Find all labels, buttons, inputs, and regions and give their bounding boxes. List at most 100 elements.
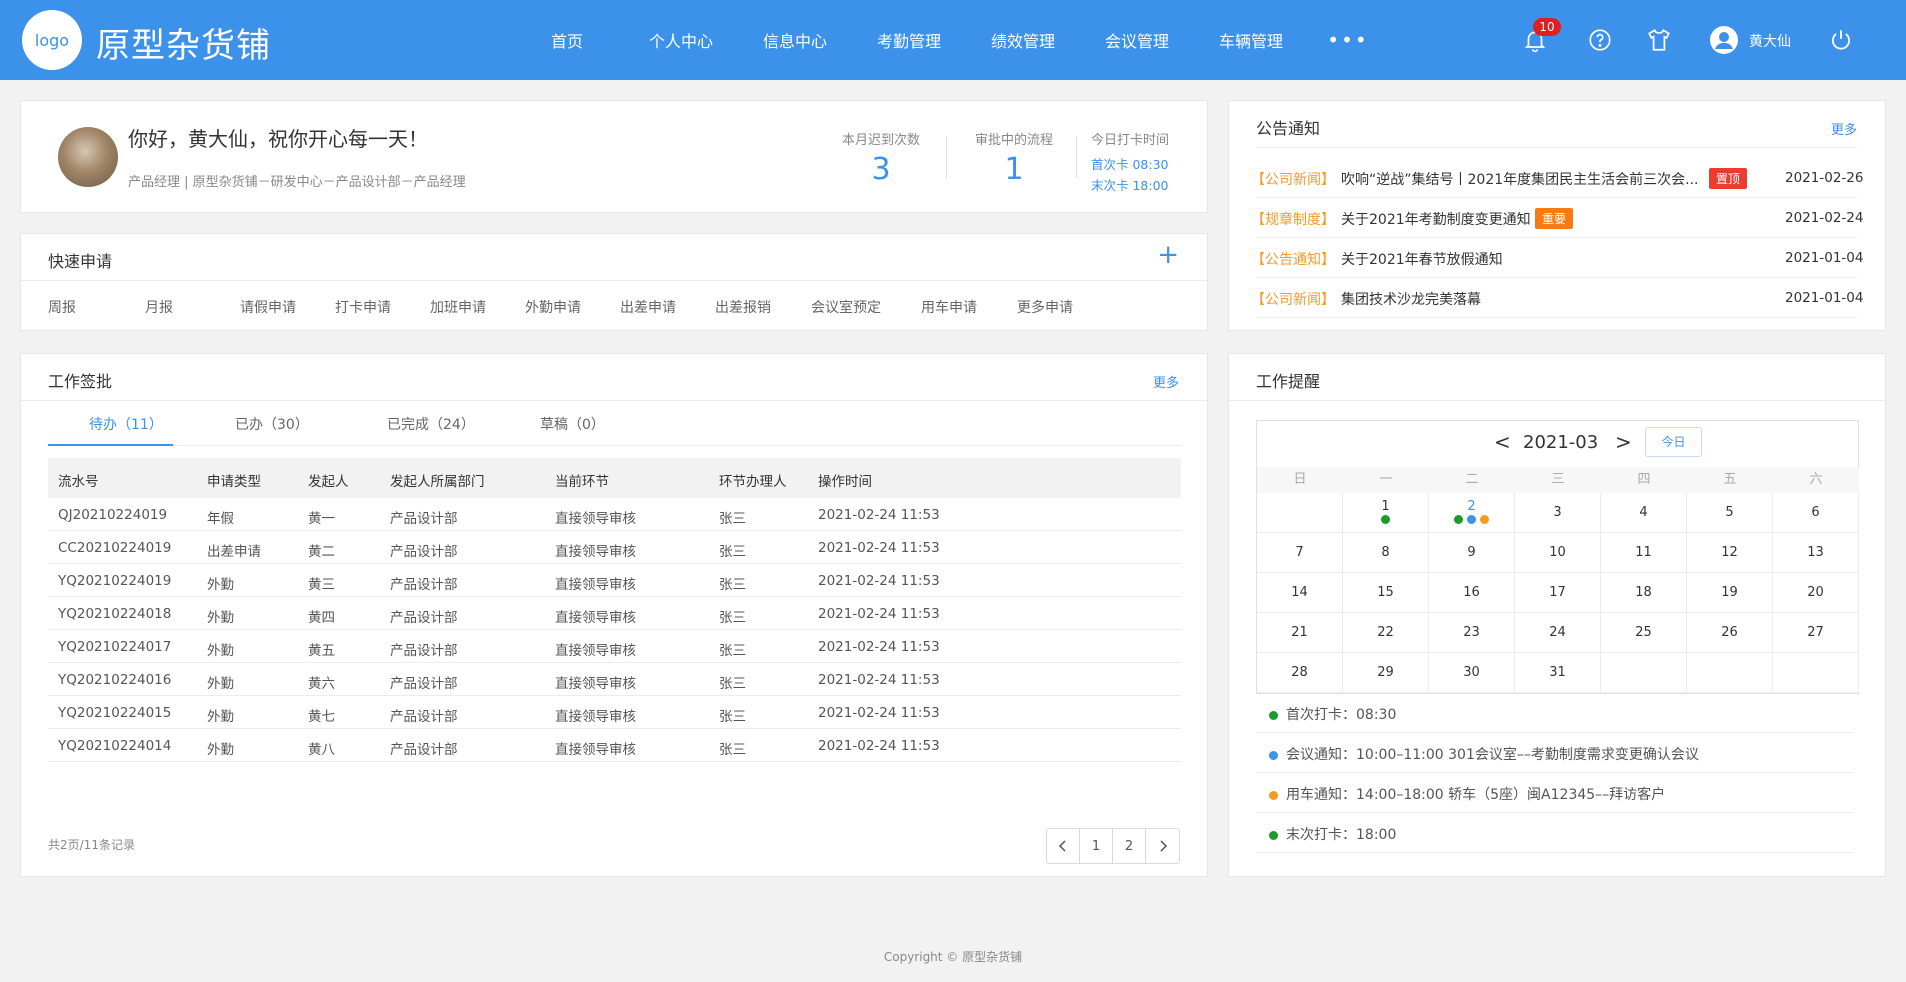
quick-apply-overtime[interactable]: 加班申请	[430, 297, 486, 317]
notice-item-title[interactable]: 关于2021年考勤制度变更通知	[1341, 209, 1531, 229]
cell-apply-type: 外勤	[207, 610, 234, 626]
calendar-day[interactable]: 5	[1687, 493, 1773, 533]
col-header-apply-type: 申请类型	[207, 474, 261, 490]
cell-serial-no: YQ20210224016	[58, 672, 172, 688]
quick-apply-weekly[interactable]: 周报	[48, 297, 76, 317]
calendar-day[interactable]: 15	[1343, 573, 1429, 613]
calendar-day[interactable]: 9	[1429, 533, 1515, 573]
clock-time-label: 今日打卡时间	[1091, 133, 1170, 148]
nav-vehicle[interactable]: 车辆管理	[1194, 28, 1308, 52]
user-avatar-icon[interactable]	[1710, 26, 1738, 54]
page-1-button[interactable]: 1	[1080, 829, 1113, 863]
notice-tag[interactable]: 【公司新闻】	[1251, 169, 1335, 189]
reminder-dot	[1269, 750, 1278, 760]
calendar-day[interactable]: 3	[1515, 493, 1601, 533]
notice-badge: 重要	[1535, 208, 1574, 229]
quick-apply-field[interactable]: 外勤申请	[525, 297, 581, 317]
calendar-day[interactable]: 29	[1343, 653, 1429, 693]
calendar-day-number: 14	[1291, 585, 1308, 600]
pending-flow-label: 审批中的流程	[974, 133, 1053, 148]
notice-more-link[interactable]: 更多	[1831, 119, 1857, 138]
calendar-day[interactable]: 11	[1601, 533, 1687, 573]
calendar-day[interactable]: 18	[1601, 573, 1687, 613]
calendar-day-number: 26	[1721, 625, 1738, 640]
quick-apply-monthly[interactable]: 月报	[145, 297, 173, 317]
cell-department: 产品设计部	[390, 709, 458, 725]
pending-flow-stat[interactable]: 审批中的流程 1	[959, 129, 1069, 187]
calendar-day[interactable]: 25	[1601, 613, 1687, 653]
calendar-day[interactable]: 16	[1429, 573, 1515, 613]
help-icon[interactable]	[1587, 27, 1613, 53]
calendar-day[interactable]: 21	[1257, 613, 1343, 653]
notice-item-title[interactable]: 集团技术沙龙完美落幕	[1341, 289, 1481, 309]
notice-tag[interactable]: 【规章制度】	[1251, 209, 1335, 229]
tab-draft[interactable]: 草稿（0）	[540, 414, 605, 434]
calendar-day[interactable]: 14	[1257, 573, 1343, 613]
notice-tag[interactable]: 【公告通知】	[1251, 249, 1335, 269]
quick-apply-trip-reimburse[interactable]: 出差报销	[715, 297, 771, 317]
reminder-divider	[1256, 812, 1853, 813]
quick-apply-trip[interactable]: 出差申请	[620, 297, 676, 317]
calendar-day[interactable]: 2	[1429, 493, 1515, 533]
late-count-label: 本月迟到次数	[841, 133, 920, 148]
notice-tag[interactable]: 【公司新闻】	[1251, 289, 1335, 309]
calendar-day[interactable]: 12	[1687, 533, 1773, 573]
calendar-day[interactable]: 8	[1343, 533, 1429, 573]
prev-page-icon[interactable]	[1047, 829, 1080, 863]
calendar-day[interactable]: 26	[1687, 613, 1773, 653]
calendar-day[interactable]: 7	[1257, 533, 1343, 573]
calendar-day[interactable]: 24	[1515, 613, 1601, 653]
calendar-day[interactable]: 17	[1515, 573, 1601, 613]
user-name[interactable]: 黄大仙	[1749, 31, 1791, 51]
late-count-stat[interactable]: 本月迟到次数 3	[826, 129, 936, 187]
add-icon[interactable]: +	[1157, 242, 1179, 268]
shirt-icon[interactable]	[1646, 27, 1672, 53]
calendar-day[interactable]: 1	[1343, 493, 1429, 533]
notice-date: 2021-01-04	[1785, 290, 1864, 306]
quick-apply-clock[interactable]: 打卡申请	[335, 297, 391, 317]
notice-item-title[interactable]: 关于2021年春节放假通知	[1341, 249, 1503, 269]
calendar-day[interactable]: 6	[1773, 493, 1859, 533]
event-dots	[1343, 515, 1428, 525]
nav-info-center[interactable]: 信息中心	[738, 28, 852, 52]
calendar-day[interactable]: 31	[1515, 653, 1601, 693]
tab-completed[interactable]: 已完成（24）	[387, 414, 475, 434]
notice-item-title[interactable]: 吹响“逆战”集结号丨2021年度集团民主生活会前三次会...	[1341, 169, 1698, 189]
cell-serial-no: QJ20210224019	[58, 507, 168, 523]
calendar-day[interactable]: 10	[1515, 533, 1601, 573]
reminder-item[interactable]: 会议通知：10:00–11:00 301会议室––考勤制度需求变更确认会议	[1269, 744, 1699, 764]
calendar-day[interactable]: 28	[1257, 653, 1343, 693]
reminder-item[interactable]: 用车通知：14:00–18:00 轿车（5座）闽A12345––拜访客户	[1269, 784, 1665, 804]
work-more-link[interactable]: 更多	[1153, 372, 1179, 391]
next-month-icon[interactable]: >	[1615, 430, 1632, 454]
nav-more-icon[interactable]: •••	[1308, 28, 1388, 52]
prev-month-icon[interactable]: <	[1494, 430, 1511, 454]
power-icon[interactable]	[1828, 27, 1854, 53]
reminder-item[interactable]: 首次打卡：08:30	[1269, 704, 1396, 724]
quick-apply-leave[interactable]: 请假申请	[240, 297, 296, 317]
tab-done[interactable]: 已办（30）	[235, 414, 309, 434]
weekday-label: 一	[1343, 467, 1429, 493]
tab-todo[interactable]: 待办（11）	[89, 414, 163, 434]
quick-apply-more[interactable]: 更多申请	[1017, 297, 1073, 317]
today-button[interactable]: 今日	[1645, 427, 1702, 457]
quick-apply-meeting-room[interactable]: 会议室预定	[811, 297, 881, 317]
quick-apply-vehicle[interactable]: 用车申请	[921, 297, 977, 317]
calendar-day[interactable]: 20	[1773, 573, 1859, 613]
calendar-day[interactable]: 22	[1343, 613, 1429, 653]
reminder-item[interactable]: 末次打卡：18:00	[1269, 824, 1396, 844]
nav-meeting[interactable]: 会议管理	[1080, 28, 1194, 52]
calendar-day[interactable]: 13	[1773, 533, 1859, 573]
nav-attendance[interactable]: 考勤管理	[852, 28, 966, 52]
calendar-day[interactable]: 27	[1773, 613, 1859, 653]
cell-operate-time: 2021-02-24 11:53	[818, 540, 940, 556]
page-2-button[interactable]: 2	[1113, 829, 1146, 863]
calendar-day[interactable]: 19	[1687, 573, 1773, 613]
nav-personal-center[interactable]: 个人中心	[624, 28, 738, 52]
calendar-day[interactable]: 23	[1429, 613, 1515, 653]
calendar-day[interactable]: 30	[1429, 653, 1515, 693]
next-page-icon[interactable]	[1146, 829, 1179, 863]
nav-performance[interactable]: 绩效管理	[966, 28, 1080, 52]
calendar-day[interactable]: 4	[1601, 493, 1687, 533]
nav-home[interactable]: 首页	[510, 28, 624, 52]
